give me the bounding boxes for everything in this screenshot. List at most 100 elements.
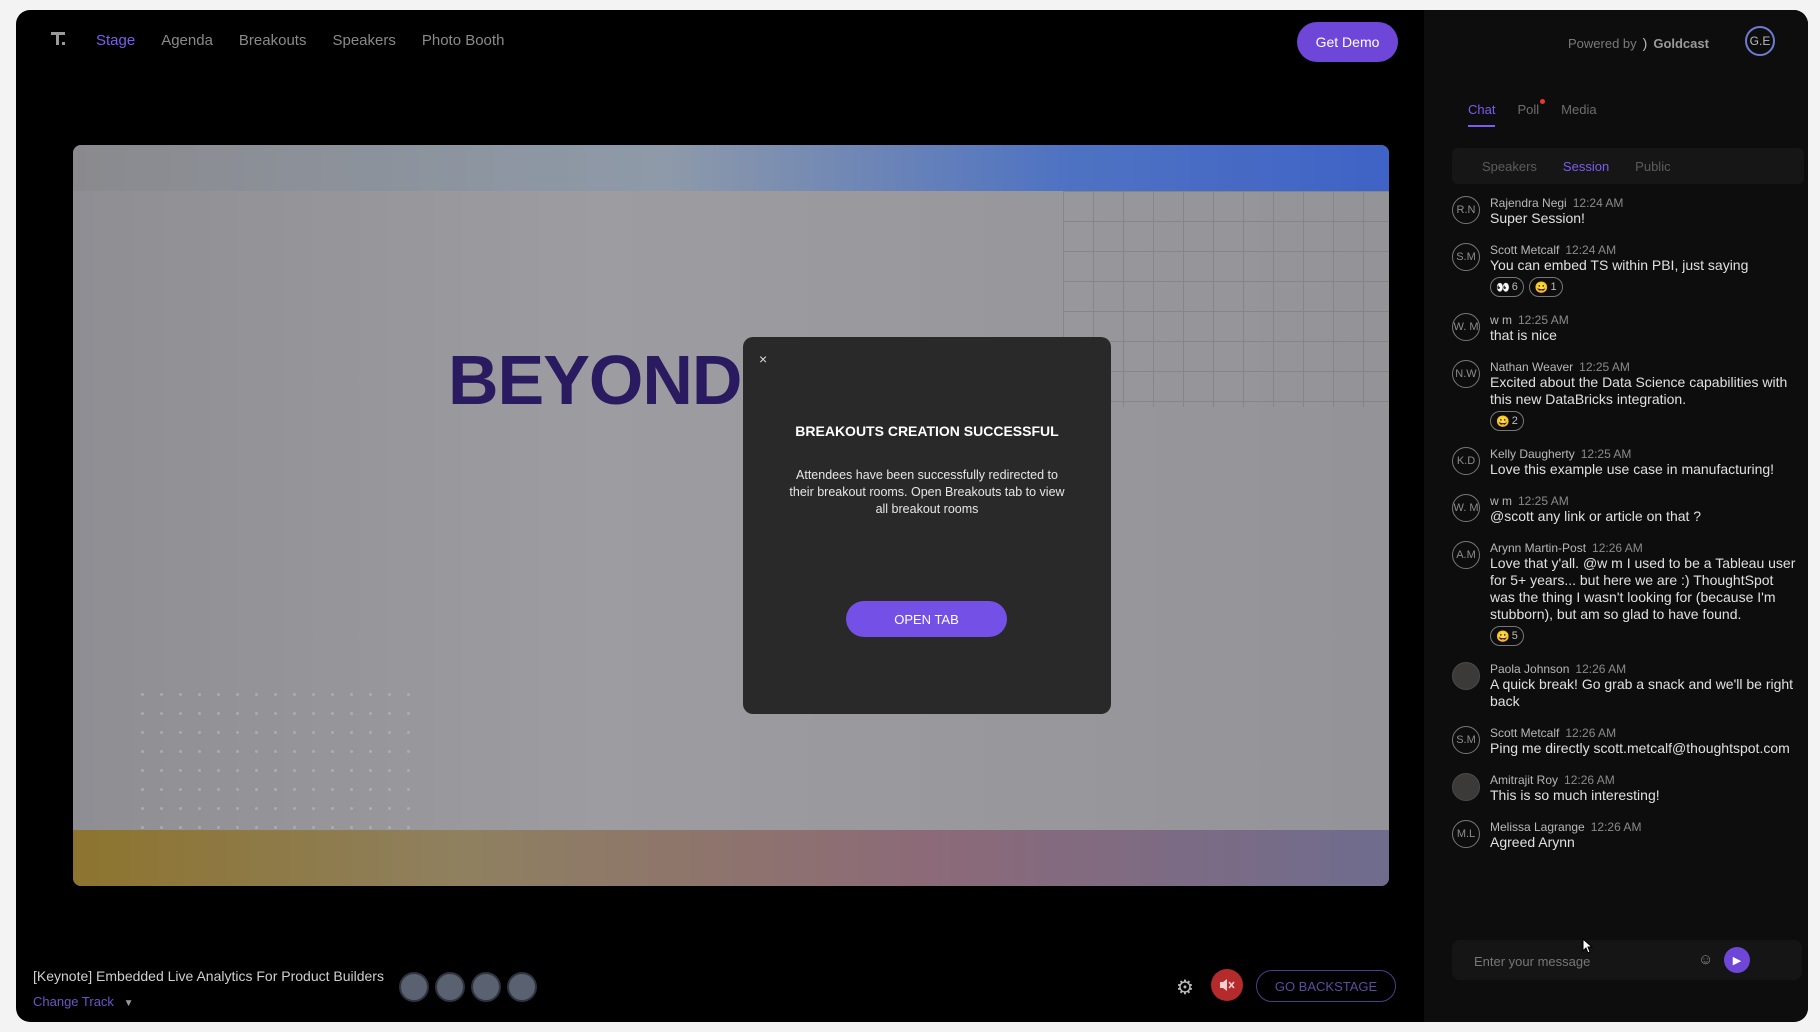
message-avatar	[1452, 773, 1480, 801]
reaction-emoji-icon: 😀	[1496, 630, 1510, 643]
message-body: Scott Metcalf 12:24 AM You can embed TS wi…	[1490, 243, 1802, 297]
nav-speakers[interactable]: Speakers	[332, 32, 395, 49]
subtab-public[interactable]: Public	[1635, 159, 1670, 174]
chat-message: M.L Melissa Lagrange 12:26 AM Agreed Arynn	[1452, 820, 1802, 851]
message-author: Paola Johnson	[1490, 662, 1570, 676]
message-composer: ☺ ▶	[1452, 940, 1802, 980]
message-avatar: M.L	[1452, 820, 1480, 848]
message-author: Arynn Martin-Post	[1490, 541, 1587, 555]
panel-tabs: Chat Poll Media	[1468, 99, 1597, 127]
message-text: Agreed Arynn	[1490, 834, 1575, 850]
speaker-avatar[interactable]	[471, 972, 501, 1002]
powered-by-label: Powered by	[1568, 35, 1637, 51]
message-text: @scott any link or article on that ?	[1490, 508, 1702, 524]
thoughtspot-logo-icon[interactable]	[50, 30, 68, 48]
message-avatar: A.M	[1452, 541, 1480, 569]
message-header: Kelly Daugherty 12:25 AM	[1490, 447, 1802, 461]
change-track-dropdown[interactable]: Change Track ▼	[33, 994, 133, 1009]
message-time: 12:24 AM	[1565, 243, 1617, 257]
chat-messages[interactable]: R.N Rajendra Negi 12:24 AM Super Session! S.…	[1452, 196, 1802, 926]
user-avatar[interactable]: G.E	[1745, 26, 1775, 56]
message-header: w m 12:25 AM	[1490, 494, 1802, 508]
notification-dot	[1540, 99, 1546, 104]
nav-items: Stage Agenda Breakouts Speakers Photo Bo…	[96, 32, 504, 49]
message-author: Scott Metcalf	[1490, 243, 1560, 257]
speaker-avatar[interactable]	[399, 972, 429, 1002]
nav-breakouts[interactable]: Breakouts	[239, 32, 307, 49]
chat-message: N.W Nathan Weaver 12:25 AM Excited about th…	[1452, 360, 1802, 431]
reaction-badge[interactable]: 😀 1	[1528, 277, 1563, 297]
nav-photo-booth[interactable]: Photo Booth	[422, 32, 505, 49]
breakouts-modal: × BREAKOUTS CREATION SUCCESSFUL Attendee…	[743, 337, 1111, 714]
message-text: Ping me directly scott.metcalf@thoughtsp…	[1490, 740, 1790, 756]
modal-title: BREAKOUTS CREATION SUCCESSFUL	[795, 423, 1059, 439]
message-avatar: K.D	[1452, 447, 1480, 475]
message-body: w m 12:25 AM that is nice	[1490, 313, 1802, 344]
open-tab-button[interactable]: OPEN TAB	[846, 601, 1007, 637]
reaction-count: 6	[1511, 281, 1518, 293]
message-time: 12:24 AM	[1572, 196, 1624, 210]
message-reactions: 👀 6 😀 1	[1490, 277, 1802, 297]
chat-message: W. M w m 12:25 AM that is nice	[1452, 313, 1802, 344]
reaction-badge[interactable]: 😀 5	[1490, 626, 1524, 646]
message-body: Kelly Daugherty 12:25 AM Love this example…	[1490, 447, 1802, 478]
message-author: Scott Metcalf	[1490, 726, 1560, 740]
tab-poll[interactable]: Poll	[1517, 99, 1546, 127]
message-header: w m 12:25 AM	[1490, 313, 1802, 327]
message-body: Paola Johnson 12:26 AM A quick break! Go g…	[1490, 662, 1802, 710]
reaction-emoji-icon: 😀	[1496, 415, 1510, 428]
message-time: 12:26 AM	[1564, 773, 1615, 787]
chat-message: S.M Scott Metcalf 12:24 AM You can embed TS…	[1452, 243, 1802, 297]
message-text: that is nice	[1490, 327, 1557, 343]
mute-button[interactable]	[1211, 969, 1243, 1001]
message-body: Scott Metcalf 12:26 AM Ping me directly sc…	[1490, 726, 1802, 757]
subtab-session[interactable]: Session	[1563, 159, 1609, 174]
message-avatar: W. M	[1452, 494, 1480, 522]
nav-stage[interactable]: Stage	[96, 32, 135, 49]
chat-message: Amitrajit Roy 12:26 AM This is so much int…	[1452, 773, 1802, 804]
subtab-speakers[interactable]: Speakers	[1482, 159, 1537, 174]
send-button[interactable]: ▶	[1724, 947, 1750, 973]
message-header: Arynn Martin-Post 12:26 AM	[1490, 541, 1802, 555]
speaker-avatars	[399, 972, 537, 1002]
stage-video	[73, 145, 1389, 886]
message-reactions: 😀 2	[1490, 411, 1802, 431]
reaction-badge[interactable]: 👀 6	[1490, 277, 1524, 297]
message-author: Nathan Weaver	[1490, 360, 1574, 374]
close-icon[interactable]: ×	[759, 351, 767, 367]
nav-agenda[interactable]: Agenda	[161, 32, 213, 49]
reaction-badge[interactable]: 😀 2	[1490, 411, 1524, 431]
message-avatar: W. M	[1452, 313, 1480, 341]
powered-by: Powered by ) Goldcast	[1568, 35, 1709, 51]
message-time: 12:26 AM	[1565, 726, 1617, 740]
tab-media[interactable]: Media	[1561, 102, 1596, 127]
chat-message: A.M Arynn Martin-Post 12:26 AM Love that y'…	[1452, 541, 1802, 646]
message-time: 12:25 AM	[1579, 360, 1630, 374]
go-backstage-button[interactable]: GO BACKSTAGE	[1256, 970, 1396, 1002]
top-nav: Stage Agenda Breakouts Speakers Photo Bo…	[16, 10, 1416, 72]
message-text: Excited about the Data Science capabilit…	[1490, 374, 1788, 407]
slide-grid-pattern	[1063, 191, 1389, 407]
message-avatar: S.M	[1452, 243, 1480, 271]
change-track-label: Change Track	[33, 994, 114, 1009]
speaker-avatar[interactable]	[507, 972, 537, 1002]
reaction-emoji-icon: 😀	[1534, 281, 1549, 294]
message-avatar: R.N	[1452, 196, 1480, 224]
get-demo-button[interactable]: Get Demo	[1297, 22, 1398, 62]
message-time: 12:25 AM	[1518, 313, 1569, 327]
message-author: Amitrajit Roy	[1490, 773, 1559, 787]
message-author: Melissa Lagrange	[1490, 820, 1585, 834]
tab-chat[interactable]: Chat	[1468, 102, 1496, 127]
event-app: Stage Agenda Breakouts Speakers Photo Bo…	[16, 10, 1808, 1022]
speaker-avatar[interactable]	[435, 972, 465, 1002]
message-text: Love that y'all. @w m I used to be a Tab…	[1490, 555, 1796, 622]
message-header: Melissa Lagrange 12:26 AM	[1490, 820, 1802, 834]
gear-icon[interactable]: ⚙	[1176, 975, 1194, 1000]
reaction-count: 2	[1511, 415, 1518, 427]
chat-subtabs: Speakers Session Public	[1452, 148, 1804, 184]
message-body: Nathan Weaver 12:25 AM Excited about the D…	[1490, 360, 1802, 431]
goldcast-logo-icon: )	[1642, 35, 1648, 51]
message-avatar: S.M	[1452, 726, 1480, 754]
emoji-icon[interactable]: ☺	[1698, 951, 1713, 968]
message-body: w m 12:25 AM @scott any link or article on…	[1490, 494, 1802, 525]
